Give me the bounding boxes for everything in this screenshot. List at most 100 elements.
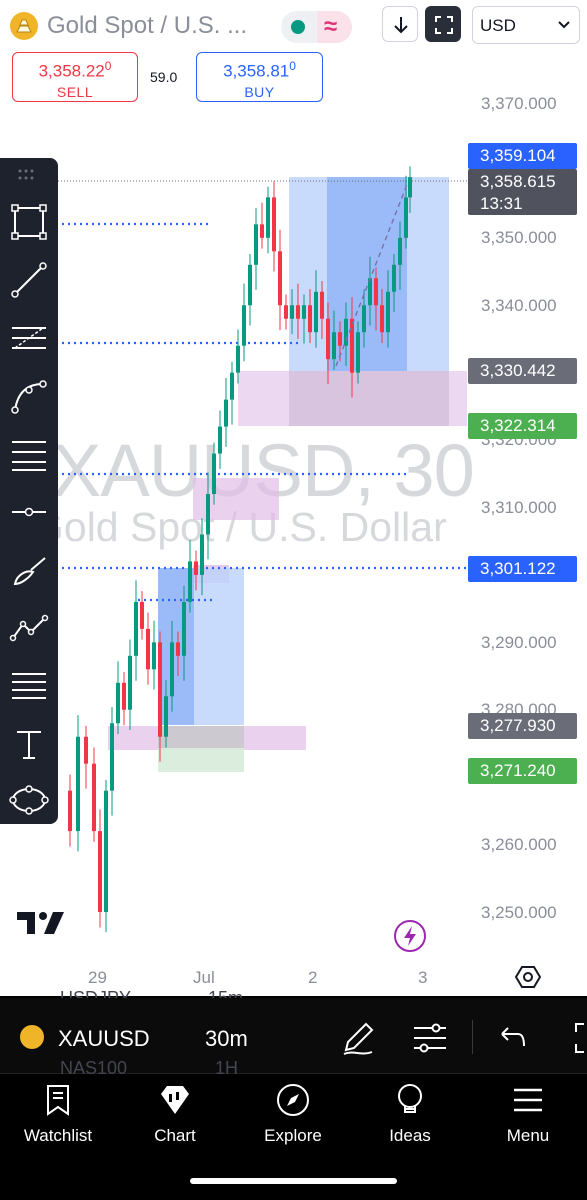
- candle-body: [392, 264, 396, 292]
- bar-countdown: 13:31: [480, 194, 523, 213]
- chart-settings-icon[interactable]: [515, 964, 541, 990]
- bottom-dock: USDJPY15m XAUUSD 30m NAS1001H Watchlist …: [0, 988, 587, 1200]
- candle-body: [104, 790, 108, 912]
- candle-body: [242, 305, 246, 346]
- pattern-tool-icon[interactable]: [9, 608, 49, 648]
- tab-menu[interactable]: Menu: [478, 1082, 578, 1152]
- indicators-sliders-icon[interactable]: [410, 1018, 450, 1058]
- symbol-title[interactable]: Gold Spot / U.S. ...: [47, 12, 247, 40]
- price-axis-label: 3,340.000: [481, 296, 557, 315]
- candle-body: [224, 399, 228, 427]
- buy-price: 3,358.81: [223, 61, 290, 81]
- candle-body: [356, 332, 360, 373]
- sell-button[interactable]: 3,358.220 SELL: [12, 52, 138, 102]
- sell-price: 3,358.22: [38, 61, 105, 81]
- candle-body: [290, 305, 294, 319]
- candle-body: [212, 453, 216, 495]
- candle-body: [266, 197, 270, 238]
- currency-select[interactable]: USD: [472, 6, 580, 44]
- candle-body: [278, 251, 282, 306]
- tab-explore[interactable]: Explore: [243, 1082, 343, 1152]
- candle-body: [272, 197, 276, 252]
- rectangle-tool-icon[interactable]: [9, 202, 49, 242]
- undo-icon[interactable]: [494, 1018, 534, 1058]
- ellipse-tool-icon[interactable]: [9, 780, 49, 820]
- price-tag-level: 3,277.930: [468, 713, 577, 739]
- time-axis-label: Jul: [193, 968, 215, 987]
- market-open-dot: [291, 20, 305, 34]
- trend-line-icon[interactable]: [9, 260, 49, 300]
- price-tag-level: 3,271.240: [468, 758, 577, 784]
- supply-demand-zone: [193, 478, 279, 520]
- candle-body: [146, 628, 150, 670]
- candle-body: [248, 264, 252, 306]
- candle-body: [194, 561, 198, 575]
- buy-label: BUY: [244, 83, 275, 100]
- candle-body: [110, 723, 114, 791]
- candle-body: [308, 305, 312, 333]
- price-tag-last: 3,358.615 13:31: [468, 169, 577, 215]
- candle-body: [236, 345, 240, 373]
- drag-handle-icon[interactable]: [17, 168, 41, 184]
- stop-zone: [158, 726, 244, 748]
- active-symbol[interactable]: XAUUSD: [58, 1026, 150, 1052]
- candle-body: [140, 601, 144, 629]
- tab-watchlist[interactable]: Watchlist: [8, 1082, 108, 1152]
- lightbulb-icon: [398, 1084, 422, 1113]
- candle-body: [218, 426, 222, 454]
- candle-body: [164, 696, 168, 737]
- brush-icon[interactable]: [9, 550, 49, 590]
- candle-body: [404, 197, 408, 238]
- chart-canvas[interactable]: XAUUSD, 30 Gold Spot / U.S. Dollar 3,370…: [0, 94, 587, 996]
- candle-body: [284, 305, 288, 319]
- curve-tool-icon[interactable]: [9, 376, 49, 416]
- spread-value: 59.0: [150, 69, 178, 85]
- candle-body: [128, 655, 132, 710]
- bookmark-icon: [47, 1085, 69, 1116]
- candle-body: [380, 305, 384, 333]
- arrow-down-icon: [394, 17, 408, 34]
- candle-body: [170, 642, 174, 697]
- draw-pen-icon[interactable]: [338, 1018, 378, 1058]
- candle-body: [260, 224, 264, 238]
- candle-body: [296, 305, 300, 319]
- fib-channel-icon[interactable]: [9, 434, 49, 474]
- candle-body: [200, 534, 204, 575]
- fullscreen-button[interactable]: [425, 6, 461, 42]
- tab-label: Watchlist: [23, 1126, 93, 1145]
- market-status-pill[interactable]: ≈: [281, 11, 352, 43]
- drawing-toolbar: [0, 158, 58, 824]
- candle-body: [68, 790, 72, 832]
- candle-body: [230, 372, 234, 400]
- tab-ideas[interactable]: Ideas: [360, 1082, 460, 1152]
- gold-symbol-icon: [10, 12, 38, 40]
- chart-header: Gold Spot / U.S. ... ≈ USD: [0, 0, 587, 48]
- chart-gem-icon: [161, 1086, 189, 1114]
- tab-chart[interactable]: Chart: [125, 1082, 225, 1152]
- last-price: 3,358.615: [480, 172, 556, 191]
- fullscreen-icon[interactable]: [566, 1018, 587, 1058]
- active-interval[interactable]: 30m: [205, 1026, 248, 1052]
- candle-body: [84, 736, 88, 764]
- fib-retracement-icon[interactable]: [9, 318, 49, 358]
- chevron-down-icon: [558, 21, 570, 29]
- candle-body: [362, 305, 366, 333]
- down-arrow-button[interactable]: [382, 6, 418, 42]
- price-tag-level: 3,301.122: [468, 556, 577, 582]
- time-axis-label: 3: [418, 968, 428, 987]
- currency-value: USD: [480, 16, 516, 35]
- time-axis-label: 29: [88, 968, 107, 987]
- horizontal-line-icon[interactable]: [9, 492, 49, 532]
- candle-body: [176, 642, 180, 656]
- buy-price-pip: 0: [289, 59, 296, 73]
- price-tag-level: 3,330.442: [468, 358, 577, 384]
- lightning-icon[interactable]: [394, 920, 426, 952]
- parallel-lines-icon[interactable]: [9, 666, 49, 706]
- candle-body: [302, 305, 306, 319]
- sell-label: SELL: [56, 83, 94, 100]
- target-zone: [158, 748, 244, 772]
- gold-symbol-icon: [20, 1025, 44, 1049]
- price-axis-label: 3,250.000: [481, 903, 557, 922]
- text-tool-icon[interactable]: [9, 724, 49, 764]
- buy-button[interactable]: 3,358.810 BUY: [196, 52, 323, 102]
